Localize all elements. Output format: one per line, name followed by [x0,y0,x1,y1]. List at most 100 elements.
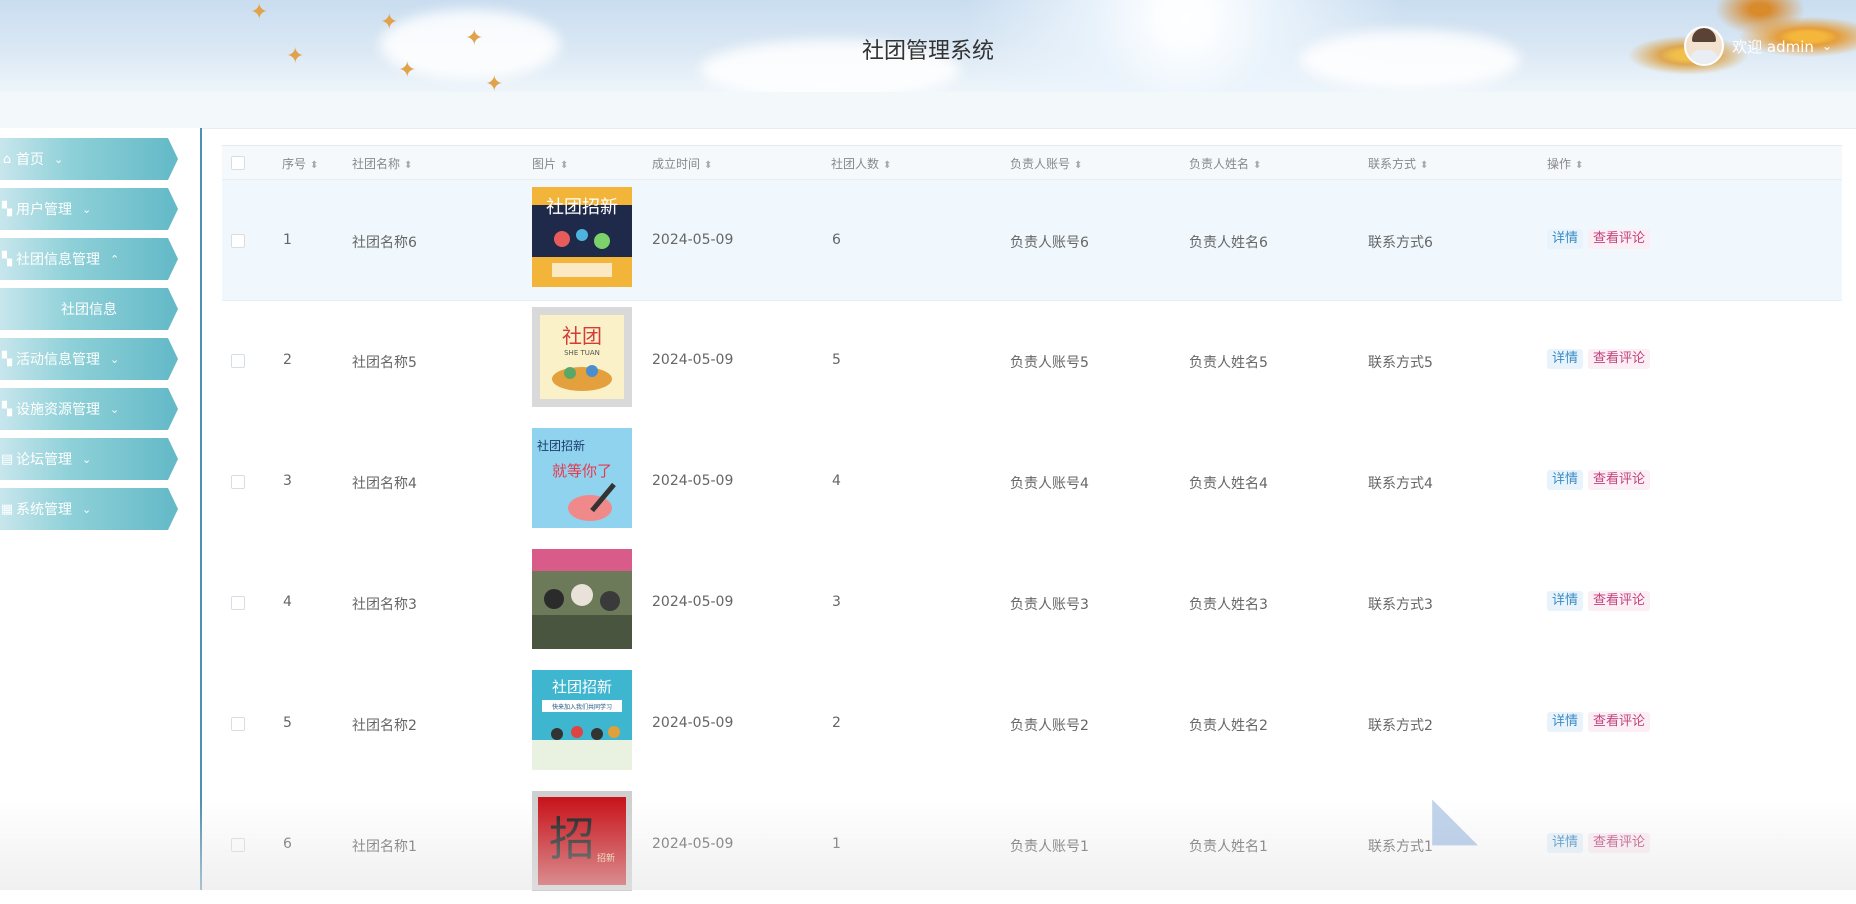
cell-person: 负责人姓名2 [1189,718,1268,734]
sidebar-item-club-info[interactable]: 社团信息 [0,288,178,330]
row-checkbox[interactable] [231,354,245,368]
cell-account: 负责人账号3 [1010,597,1089,613]
club-image[interactable]: 社团招新 [532,187,632,287]
user-icon: ▚ [2,201,12,217]
table-row[interactable]: 4 社团名称3 2024-05-09 3 负责人账号3 负责人姓名3 联系方式3… [222,542,1842,662]
sort-icon[interactable]: ⬍ [704,161,712,171]
select-all-checkbox[interactable] [231,156,245,170]
sidebar-item-system-management[interactable]: ▦ 系统管理 ⌄ [0,488,178,530]
table-row[interactable]: 3 社团名称4 社团招新 就等你了 2024-05-09 4 负责人账号4 负责… [222,421,1842,541]
chevron-down-icon: ⌄ [82,452,92,466]
cell-members: 1 [832,836,841,852]
row-checkbox[interactable] [231,475,245,489]
poster-text: 社团招新 [546,197,618,218]
row-checkbox[interactable] [231,838,245,852]
cell-person: 负责人姓名3 [1189,597,1268,613]
poster-text: 社团招新 [537,438,585,453]
sidebar-item-label: 社团信息管理 [16,252,100,268]
sort-icon[interactable]: ⬍ [404,161,412,171]
table-row[interactable]: 1 社团名称6 社团招新 2024-05-09 6 负责人账号6 负责人姓名6 … [222,179,1842,301]
row-checkbox[interactable] [231,717,245,731]
detail-button[interactable]: 详情 [1547,470,1584,490]
cell-account: 负责人账号2 [1010,718,1089,734]
sidebar-item-forum-management[interactable]: ▤ 论坛管理 ⌄ [0,438,178,480]
column-header-members[interactable]: 社团人数 ⬍ [831,155,891,172]
sidebar-item-label: 设施资源管理 [16,402,100,418]
table-row[interactable]: 5 社团名称2 社团招新 快来加入我们共同学习 2024-05-09 2 负责人… [222,663,1842,783]
detail-button[interactable]: 详情 [1547,833,1584,853]
cell-contact: 联系方式4 [1368,476,1433,492]
activity-icon: ▚ [2,351,12,367]
column-header-contact[interactable]: 联系方式 ⬍ [1368,155,1428,172]
sort-icon[interactable]: ⬍ [1575,161,1583,171]
detail-button[interactable]: 详情 [1547,591,1584,611]
sidebar-item-label: 首页 [16,152,44,168]
cell-index: 4 [283,594,292,610]
row-checkbox[interactable] [231,596,245,610]
column-header-index[interactable]: 序号 ⬍ [282,155,318,172]
sort-icon[interactable]: ⬍ [310,161,318,171]
cell-members: 4 [832,473,841,489]
system-icon: ▦ [0,501,14,517]
club-image[interactable]: 社团招新 就等你了 [532,428,632,528]
row-checkbox[interactable] [231,234,245,248]
cell-contact: 联系方式5 [1368,355,1433,371]
column-header-account[interactable]: 负责人账号 ⬍ [1010,155,1082,172]
cell-index: 5 [283,715,292,731]
cell-founded: 2024-05-09 [652,715,734,731]
view-comments-button[interactable]: 查看评论 [1588,833,1651,853]
club-image[interactable] [532,549,632,649]
table-row[interactable]: 6 社团名称1 招 招新 2024-05-09 1 负责人账号1 负责人姓名1 … [222,784,1842,904]
sidebar-item-activity-management[interactable]: ▚ 活动信息管理 ⌄ [0,338,178,380]
chevron-down-icon: ⌄ [110,402,120,416]
cell-founded: 2024-05-09 [652,232,734,248]
home-icon: ⌂ [2,151,12,167]
top-header: ✦ ✦ ✦ ✦ ✦ ✦ 社团管理系统 欢迎 admin ⌄ [0,0,1856,92]
cell-name: 社团名称2 [352,718,417,734]
sidebar: ⌂ 首页 ⌄ ▚ 用户管理 ⌄ ▚ 社团信息管理 ⌃ 社团信息 ▚ 活动信息管理… [0,128,202,890]
sort-icon[interactable]: ⬍ [1420,161,1428,171]
poster-subtext: 快来加入我们共同学习 [552,703,612,711]
sidebar-item-facility-management[interactable]: ▚ 设施资源管理 ⌄ [0,388,178,430]
sidebar-item-home[interactable]: ⌂ 首页 ⌄ [0,138,178,180]
column-header-person[interactable]: 负责人姓名 ⬍ [1189,155,1261,172]
sidebar-item-label: 社团信息 [61,302,117,318]
club-image[interactable]: 社团 SHE TUAN [532,307,632,407]
cell-account: 负责人账号5 [1010,355,1089,371]
view-comments-button[interactable]: 查看评论 [1588,229,1651,249]
detail-button[interactable]: 详情 [1547,349,1584,369]
forum-icon: ▤ [0,451,14,467]
cell-contact: 联系方式6 [1368,235,1433,251]
detail-button[interactable]: 详情 [1547,229,1584,249]
sort-icon[interactable]: ⬍ [560,161,568,171]
user-menu[interactable]: 欢迎 admin ⌄ [1684,26,1832,66]
table-row[interactable]: 2 社团名称5 社团 SHE TUAN 2024-05-09 5 负责人账号5 … [222,300,1842,420]
club-image[interactable]: 社团招新 快来加入我们共同学习 [532,670,632,770]
view-comments-button[interactable]: 查看评论 [1588,591,1651,611]
sidebar-item-user-management[interactable]: ▚ 用户管理 ⌄ [0,188,178,230]
watermark-logo-icon: ◣ [1432,783,1479,853]
cell-name: 社团名称4 [352,476,417,492]
sort-icon[interactable]: ⬍ [883,161,891,171]
chevron-up-icon: ⌃ [110,252,120,266]
view-comments-button[interactable]: 查看评论 [1588,349,1651,369]
club-image[interactable]: 招 招新 [532,791,632,891]
table-header: 序号 ⬍ 社团名称 ⬍ 图片 ⬍ 成立时间 ⬍ 社团人数 ⬍ 负责人账号 ⬍ 负责人姓名 ⬍ … [222,145,1842,180]
column-header-actions[interactable]: 操作 ⬍ [1547,155,1583,172]
column-header-image[interactable]: 图片 ⬍ [532,155,568,172]
cell-person: 负责人姓名1 [1189,839,1268,855]
view-comments-button[interactable]: 查看评论 [1588,470,1651,490]
poster-subtext: SHE TUAN [564,349,600,357]
cell-founded: 2024-05-09 [652,594,734,610]
sidebar-item-club-management[interactable]: ▚ 社团信息管理 ⌃ [0,238,178,280]
column-header-name[interactable]: 社团名称 ⬍ [352,155,412,172]
cell-person: 负责人姓名4 [1189,476,1268,492]
view-comments-button[interactable]: 查看评论 [1588,712,1651,732]
leaf-decoration: ✦ [485,72,504,92]
cell-founded: 2024-05-09 [652,473,734,489]
detail-button[interactable]: 详情 [1547,712,1584,732]
sort-icon[interactable]: ⬍ [1074,161,1082,171]
column-header-founded[interactable]: 成立时间 ⬍ [652,155,712,172]
cell-index: 3 [283,473,292,489]
sort-icon[interactable]: ⬍ [1253,161,1261,171]
